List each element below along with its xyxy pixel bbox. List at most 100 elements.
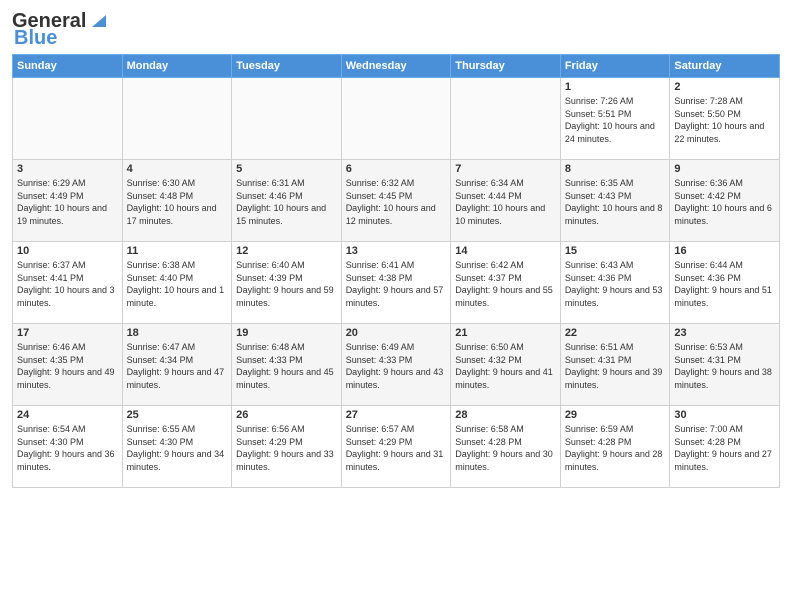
calendar-week-row: 1 Sunrise: 7:26 AM Sunset: 5:51 PM Daylig… [13, 78, 780, 160]
calendar-header-row: SundayMondayTuesdayWednesdayThursdayFrid… [13, 55, 780, 78]
day-number: 15 [565, 245, 666, 257]
day-of-week-header: Tuesday [232, 55, 342, 78]
day-number: 9 [674, 163, 775, 175]
calendar-day-cell: 8 Sunrise: 6:35 AM Sunset: 4:43 PM Daylig… [560, 160, 670, 242]
day-info: Sunrise: 6:54 AM Sunset: 4:30 PM Dayligh… [17, 423, 118, 473]
day-info: Sunrise: 6:30 AM Sunset: 4:48 PM Dayligh… [127, 177, 228, 227]
calendar-day-cell: 24 Sunrise: 6:54 AM Sunset: 4:30 PM Dayli… [13, 406, 123, 488]
day-number: 22 [565, 327, 666, 339]
day-number: 17 [17, 327, 118, 339]
day-info: Sunrise: 6:57 AM Sunset: 4:29 PM Dayligh… [346, 423, 447, 473]
day-info: Sunrise: 7:28 AM Sunset: 5:50 PM Dayligh… [674, 95, 775, 145]
calendar-day-cell: 23 Sunrise: 6:53 AM Sunset: 4:31 PM Dayli… [670, 324, 780, 406]
calendar-week-row: 17 Sunrise: 6:46 AM Sunset: 4:35 PM Dayli… [13, 324, 780, 406]
day-number: 27 [346, 409, 447, 421]
day-number: 11 [127, 245, 228, 257]
calendar-day-cell: 29Sunrise: 6:59 AM Sunset: 4:28 PM Dayli… [560, 406, 670, 488]
day-of-week-header: Friday [560, 55, 670, 78]
day-info: Sunrise: 7:00 AM Sunset: 4:28 PM Dayligh… [674, 423, 775, 473]
calendar-day-cell: 3 Sunrise: 6:29 AM Sunset: 4:49 PM Daylig… [13, 160, 123, 242]
day-number: 6 [346, 163, 447, 175]
day-info: Sunrise: 6:42 AM Sunset: 4:37 PM Dayligh… [455, 259, 556, 309]
day-number: 21 [455, 327, 556, 339]
calendar-day-cell: 28 Sunrise: 6:58 AM Sunset: 4:28 PM Dayli… [451, 406, 561, 488]
day-number: 23 [674, 327, 775, 339]
day-number: 2 [674, 81, 775, 93]
calendar-day-cell: 13Sunrise: 6:41 AM Sunset: 4:38 PM Dayli… [341, 242, 451, 324]
day-info: Sunrise: 6:29 AM Sunset: 4:49 PM Dayligh… [17, 177, 118, 227]
calendar-day-cell: 15Sunrise: 6:43 AM Sunset: 4:36 PM Dayli… [560, 242, 670, 324]
calendar-day-cell: 26Sunrise: 6:56 AM Sunset: 4:29 PM Dayli… [232, 406, 342, 488]
calendar-day-cell: 1 Sunrise: 7:26 AM Sunset: 5:51 PM Daylig… [560, 78, 670, 160]
day-info: Sunrise: 6:48 AM Sunset: 4:33 PM Dayligh… [236, 341, 337, 391]
day-number: 3 [17, 163, 118, 175]
calendar-day-cell: 7 Sunrise: 6:34 AM Sunset: 4:44 PM Daylig… [451, 160, 561, 242]
day-info: Sunrise: 6:37 AM Sunset: 4:41 PM Dayligh… [17, 259, 118, 309]
calendar-day-cell: 5 Sunrise: 6:31 AM Sunset: 4:46 PM Daylig… [232, 160, 342, 242]
day-number: 8 [565, 163, 666, 175]
calendar-day-cell: 19 Sunrise: 6:48 AM Sunset: 4:33 PM Dayli… [232, 324, 342, 406]
calendar-day-cell: 18 Sunrise: 6:47 AM Sunset: 4:34 PM Dayli… [122, 324, 232, 406]
calendar-day-cell: 12Sunrise: 6:40 AM Sunset: 4:39 PM Dayli… [232, 242, 342, 324]
page-container: General Blue SundayMondayTuesdayWednesda… [0, 0, 792, 494]
day-info: Sunrise: 6:50 AM Sunset: 4:32 PM Dayligh… [455, 341, 556, 391]
day-info: Sunrise: 6:55 AM Sunset: 4:30 PM Dayligh… [127, 423, 228, 473]
calendar-body: 1 Sunrise: 7:26 AM Sunset: 5:51 PM Daylig… [13, 78, 780, 488]
day-of-week-header: Monday [122, 55, 232, 78]
header: General Blue [12, 10, 780, 50]
calendar-day-cell [232, 78, 342, 160]
day-number: 25 [127, 409, 228, 421]
calendar-day-cell: 4 Sunrise: 6:30 AM Sunset: 4:48 PM Daylig… [122, 160, 232, 242]
calendar-day-cell [341, 78, 451, 160]
calendar-day-cell [13, 78, 123, 160]
day-info: Sunrise: 6:44 AM Sunset: 4:36 PM Dayligh… [674, 259, 775, 309]
day-info: Sunrise: 6:53 AM Sunset: 4:31 PM Dayligh… [674, 341, 775, 391]
logo-blue: Blue [14, 27, 57, 50]
calendar-week-row: 3 Sunrise: 6:29 AM Sunset: 4:49 PM Daylig… [13, 160, 780, 242]
day-number: 7 [455, 163, 556, 175]
day-number: 5 [236, 163, 337, 175]
day-of-week-header: Thursday [451, 55, 561, 78]
calendar-day-cell: 10 Sunrise: 6:37 AM Sunset: 4:41 PM Dayli… [13, 242, 123, 324]
calendar-day-cell: 20 Sunrise: 6:49 AM Sunset: 4:33 PM Dayli… [341, 324, 451, 406]
logo: General Blue [12, 10, 110, 50]
day-number: 4 [127, 163, 228, 175]
day-number: 28 [455, 409, 556, 421]
calendar-day-cell: 9 Sunrise: 6:36 AM Sunset: 4:42 PM Daylig… [670, 160, 780, 242]
day-of-week-header: Saturday [670, 55, 780, 78]
calendar-day-cell: 16Sunrise: 6:44 AM Sunset: 4:36 PM Dayli… [670, 242, 780, 324]
day-number: 10 [17, 245, 118, 257]
day-number: 20 [346, 327, 447, 339]
day-info: Sunrise: 6:46 AM Sunset: 4:35 PM Dayligh… [17, 341, 118, 391]
day-number: 1 [565, 81, 666, 93]
day-info: Sunrise: 6:31 AM Sunset: 4:46 PM Dayligh… [236, 177, 337, 227]
calendar-day-cell: 21 Sunrise: 6:50 AM Sunset: 4:32 PM Dayli… [451, 324, 561, 406]
calendar-day-cell [451, 78, 561, 160]
calendar-day-cell: 6Sunrise: 6:32 AM Sunset: 4:45 PM Daylig… [341, 160, 451, 242]
day-info: Sunrise: 6:47 AM Sunset: 4:34 PM Dayligh… [127, 341, 228, 391]
day-info: Sunrise: 6:41 AM Sunset: 4:38 PM Dayligh… [346, 259, 447, 309]
day-info: Sunrise: 7:26 AM Sunset: 5:51 PM Dayligh… [565, 95, 666, 145]
calendar-day-cell: 2 Sunrise: 7:28 AM Sunset: 5:50 PM Daylig… [670, 78, 780, 160]
logo-icon [88, 9, 110, 31]
day-number: 19 [236, 327, 337, 339]
day-info: Sunrise: 6:34 AM Sunset: 4:44 PM Dayligh… [455, 177, 556, 227]
day-number: 30 [674, 409, 775, 421]
calendar-day-cell: 30 Sunrise: 7:00 AM Sunset: 4:28 PM Dayli… [670, 406, 780, 488]
day-number: 14 [455, 245, 556, 257]
day-number: 24 [17, 409, 118, 421]
calendar-day-cell: 11 Sunrise: 6:38 AM Sunset: 4:40 PM Dayli… [122, 242, 232, 324]
calendar-day-cell: 27 Sunrise: 6:57 AM Sunset: 4:29 PM Dayli… [341, 406, 451, 488]
calendar-day-cell: 25 Sunrise: 6:55 AM Sunset: 4:30 PM Dayli… [122, 406, 232, 488]
day-info: Sunrise: 6:59 AM Sunset: 4:28 PM Dayligh… [565, 423, 666, 473]
day-info: Sunrise: 6:35 AM Sunset: 4:43 PM Dayligh… [565, 177, 666, 227]
day-number: 26 [236, 409, 337, 421]
day-info: Sunrise: 6:36 AM Sunset: 4:42 PM Dayligh… [674, 177, 775, 227]
calendar-day-cell: 22 Sunrise: 6:51 AM Sunset: 4:31 PM Dayli… [560, 324, 670, 406]
day-info: Sunrise: 6:38 AM Sunset: 4:40 PM Dayligh… [127, 259, 228, 309]
day-info: Sunrise: 6:40 AM Sunset: 4:39 PM Dayligh… [236, 259, 337, 309]
day-number: 18 [127, 327, 228, 339]
day-info: Sunrise: 6:49 AM Sunset: 4:33 PM Dayligh… [346, 341, 447, 391]
day-info: Sunrise: 6:58 AM Sunset: 4:28 PM Dayligh… [455, 423, 556, 473]
day-info: Sunrise: 6:51 AM Sunset: 4:31 PM Dayligh… [565, 341, 666, 391]
